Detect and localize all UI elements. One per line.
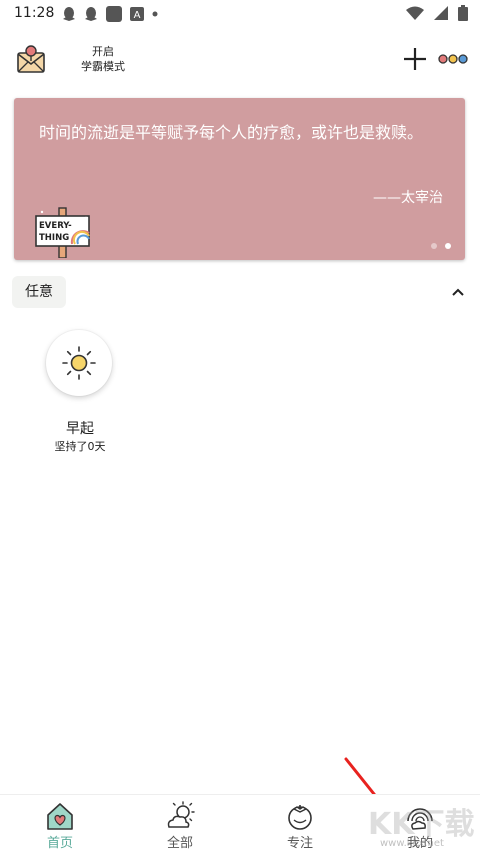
status-icons-left: A	[62, 5, 158, 23]
plus-icon[interactable]	[402, 46, 428, 72]
watermark-text: www.kkx.net	[380, 838, 444, 849]
sun-icon	[62, 346, 96, 380]
quote-card[interactable]: 时间的流逝是平等赋予每个人的疗愈，或许也是救赎。 ——太宰治 EVERY- TH…	[14, 98, 465, 260]
study-mode-line2: 学霸模式	[81, 60, 125, 73]
nav-item-focus[interactable]: 专注	[260, 801, 340, 853]
three-dots-icon[interactable]	[438, 52, 468, 66]
carousel-dot[interactable]	[431, 243, 437, 249]
nav-label-all: 全部	[166, 836, 193, 851]
everything-sign-icon: EVERY- THING	[35, 207, 90, 258]
wifi-icon	[406, 6, 424, 20]
habit-icon-circle[interactable]	[46, 330, 112, 396]
habit-streak: 坚持了0天	[54, 440, 106, 453]
status-time: 11:28	[14, 5, 55, 21]
quote-author: ——太宰治	[373, 190, 443, 206]
nav-item-all[interactable]: 全部	[140, 801, 220, 853]
quote-text: 时间的流逝是平等赋予每个人的疗愈，或许也是救赎。	[39, 123, 424, 142]
chevron-up-icon[interactable]	[450, 284, 466, 300]
svg-text:A: A	[134, 10, 141, 21]
nav-label-focus: 专注	[286, 836, 313, 851]
qq-icon	[63, 7, 75, 21]
sun-cloud-icon	[167, 801, 195, 828]
sign-text-line1: EVERY-	[39, 221, 72, 231]
app-header: 开启 学霸模式	[0, 36, 480, 86]
status-bar: 11:28 A	[0, 0, 480, 28]
dot-icon	[152, 11, 158, 17]
app-icon	[106, 6, 122, 22]
habit-name: 早起	[66, 421, 94, 437]
watermark-logo-text: KK下载	[368, 807, 475, 842]
study-mode-button[interactable]: 开启 学霸模式	[74, 44, 132, 74]
signal-icon	[434, 6, 448, 20]
habit-item[interactable]: 早起 坚持了0天	[44, 330, 116, 460]
envelope-logo-icon[interactable]	[16, 44, 46, 74]
study-mode-line1: 开启	[92, 45, 114, 58]
nav-label-home: 首页	[46, 836, 73, 851]
font-icon: A	[130, 7, 144, 21]
category-tag[interactable]: 任意	[12, 276, 66, 308]
carousel-indicator	[431, 243, 451, 249]
status-icons-right	[406, 4, 468, 22]
home-heart-icon	[47, 803, 73, 830]
tomato-icon	[288, 805, 312, 830]
qq-icon	[85, 7, 97, 21]
sign-text-line2: THING	[39, 233, 69, 243]
battery-icon	[458, 5, 468, 21]
nav-item-home[interactable]: 首页	[20, 801, 100, 853]
carousel-dot-active[interactable]	[445, 243, 451, 249]
